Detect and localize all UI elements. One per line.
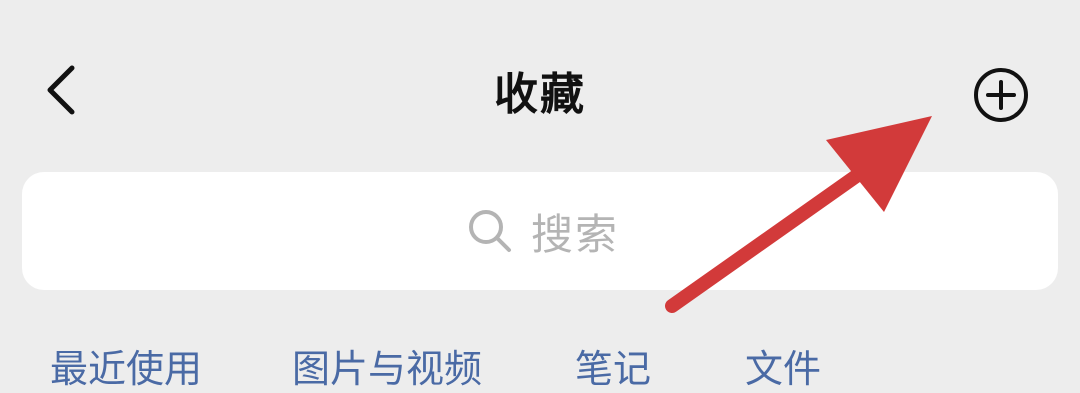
search-icon — [468, 210, 511, 252]
tab-recent[interactable]: 最近使用 — [50, 338, 202, 393]
category-tabs: 最近使用 图片与视频 笔记 文件 — [0, 330, 1080, 393]
add-favorite-button[interactable] — [968, 62, 1034, 128]
tab-images-videos[interactable]: 图片与视频 — [292, 338, 482, 393]
navigation-bar: 收藏 — [0, 0, 1080, 170]
search-content: 搜索 — [467, 201, 619, 262]
search-placeholder: 搜索 — [530, 209, 619, 259]
page-title: 收藏 — [494, 69, 586, 120]
plus-circle-icon — [974, 68, 1028, 122]
tab-notes[interactable]: 笔记 — [575, 338, 651, 393]
tab-files[interactable]: 文件 — [745, 338, 821, 393]
search-input[interactable]: 搜索 — [22, 172, 1058, 290]
